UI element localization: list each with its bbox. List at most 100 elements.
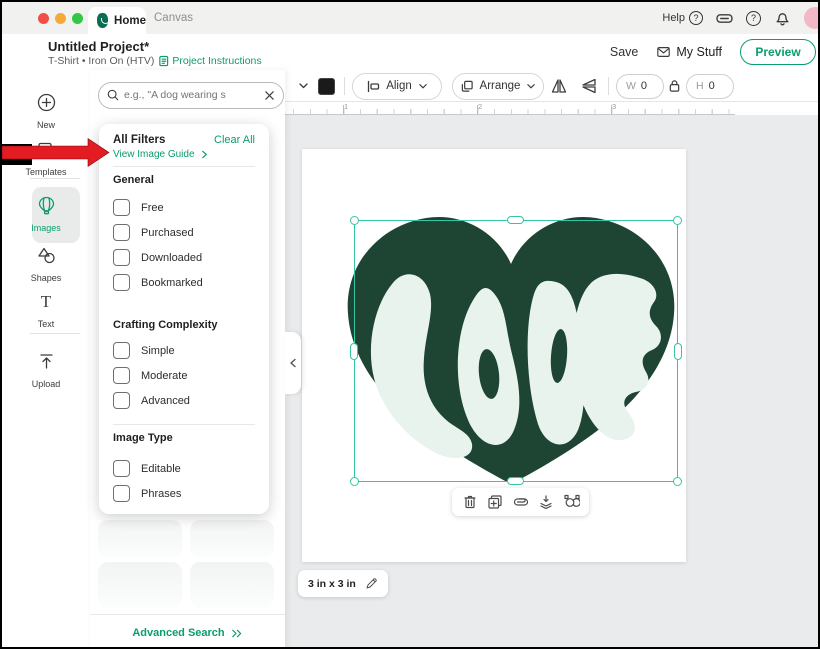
double-chevron-right-icon [230,628,243,639]
ruler-tick-label: 3 [612,102,616,111]
tab-canvas[interactable]: Canvas [154,2,193,34]
checkbox-box[interactable] [113,367,130,384]
all-filters-popover: All Filters Clear All View Image Guide G… [99,124,269,514]
operation-dropdown-chevron-icon[interactable] [298,80,309,91]
image-result-placeholder [98,520,182,558]
ruler-tick-label: 2 [478,102,482,111]
lock-ratio-icon[interactable] [668,79,681,93]
chat-help-icon[interactable]: ? [746,11,761,26]
advanced-search-bar[interactable]: Advanced Search [90,614,285,649]
checkbox-box[interactable] [113,274,130,291]
align-icon [366,80,380,93]
delete-icon[interactable] [462,494,478,510]
project-subtitle: T-Shirt • Iron On (HTV) [48,55,154,67]
flip-horizontal-icon[interactable] [550,77,568,95]
checkbox-editable[interactable]: Editable [113,460,181,477]
new-plus-icon [37,93,56,112]
window-close-button[interactable] [38,13,49,24]
image-result-placeholder [98,562,182,608]
checkbox-free[interactable]: Free [113,199,164,216]
height-input[interactable]: H 0 [686,74,734,99]
flatten-icon[interactable] [538,494,554,510]
checkbox-box[interactable] [113,224,130,241]
checkbox-moderate[interactable]: Moderate [113,367,187,384]
align-dropdown[interactable]: Align [352,73,442,100]
tab-home-label: Home [114,15,146,27]
shapes-icon [37,246,56,265]
sidebar-item-images[interactable]: Images [2,196,90,236]
width-input[interactable]: W 0 [616,74,664,99]
sidebar-item-upload[interactable]: Upload [2,352,90,392]
image-result-placeholder [190,562,274,608]
cricut-logo-icon [97,13,108,28]
filter-section-heading: General [113,174,154,186]
window-zoom-button[interactable] [72,13,83,24]
text-tool-icon: T [2,292,90,311]
document-icon [158,55,169,67]
checkbox-downloaded[interactable]: Downloaded [113,249,202,266]
chevron-right-icon [200,150,209,159]
view-image-guide-link[interactable]: View Image Guide [113,149,209,160]
selection-handle-left[interactable] [350,343,358,360]
duplicate-icon[interactable] [487,494,503,510]
tab-home[interactable]: Home [88,7,146,34]
flip-vertical-icon[interactable] [580,77,598,95]
filters-title: All Filters [113,134,165,146]
attach-icon[interactable] [513,494,529,510]
notifications-bell-icon[interactable] [774,10,791,27]
help-button[interactable]: Help ? [662,11,703,25]
edit-pencil-icon[interactable] [365,577,378,590]
selection-size-label: 3 in x 3 in [308,578,356,590]
project-instructions-link[interactable]: Project Instructions [158,55,261,67]
selection-handle-bottom[interactable] [507,477,524,485]
selection-size-badge[interactable]: 3 in x 3 in [298,570,388,597]
save-button[interactable]: Save [610,45,639,59]
image-result-placeholder [190,520,274,558]
color-swatch[interactable] [318,78,335,95]
search-input[interactable] [124,89,259,101]
my-stuff-button[interactable]: My Stuff [656,45,722,59]
annotation-arrow [2,135,114,171]
checkbox-simple[interactable]: Simple [113,342,175,359]
checkbox-advanced[interactable]: Advanced [113,392,190,409]
checkbox-box[interactable] [113,460,130,477]
image-search-field[interactable] [98,82,284,109]
selection-handle-top[interactable] [507,216,524,224]
machine-icon[interactable] [716,10,733,27]
images-balloon-icon [37,196,56,215]
checkbox-box[interactable] [113,199,130,216]
checkbox-box[interactable] [113,485,130,502]
user-avatar[interactable] [804,7,820,29]
project-title: Untitled Project* [48,39,149,54]
sidebar-item-text[interactable]: T Text [2,292,90,332]
selection-handle-bottom-right[interactable] [673,477,682,486]
panel-collapse-tab[interactable] [285,332,301,394]
help-question-icon: ? [689,11,703,25]
window-minimize-button[interactable] [55,13,66,24]
checkbox-phrases[interactable]: Phrases [113,485,181,502]
selection-handle-top-left[interactable] [350,216,359,225]
selection-bounding-box[interactable] [354,220,678,482]
sidebar-item-shapes[interactable]: Shapes [2,246,90,286]
selection-handle-bottom-left[interactable] [350,477,359,486]
advanced-search-link[interactable]: Advanced Search [132,627,224,639]
upload-icon [37,352,56,371]
checkbox-box[interactable] [113,342,130,359]
arrange-dropdown[interactable]: Arrange [452,73,544,100]
clear-all-link[interactable]: Clear All [214,134,255,146]
checkbox-box[interactable] [113,249,130,266]
weld-icon[interactable] [564,494,580,510]
sidebar-item-new[interactable]: New [2,93,90,133]
filter-section-heading: Crafting Complexity [113,319,218,331]
clear-search-icon[interactable] [264,90,275,101]
checkbox-purchased[interactable]: Purchased [113,224,194,241]
app-window: Home Canvas Help ? ? Untitled Project* T… [0,0,820,649]
checkbox-box[interactable] [113,392,130,409]
checkbox-bookmarked[interactable]: Bookmarked [113,274,203,291]
chevron-down-icon [526,81,536,91]
titlebar: Home Canvas Help ? ? [2,2,818,34]
filter-section-heading: Image Type [113,432,173,444]
preview-button[interactable]: Preview [740,39,816,65]
selection-handle-top-right[interactable] [673,216,682,225]
selection-handle-right[interactable] [674,343,682,360]
